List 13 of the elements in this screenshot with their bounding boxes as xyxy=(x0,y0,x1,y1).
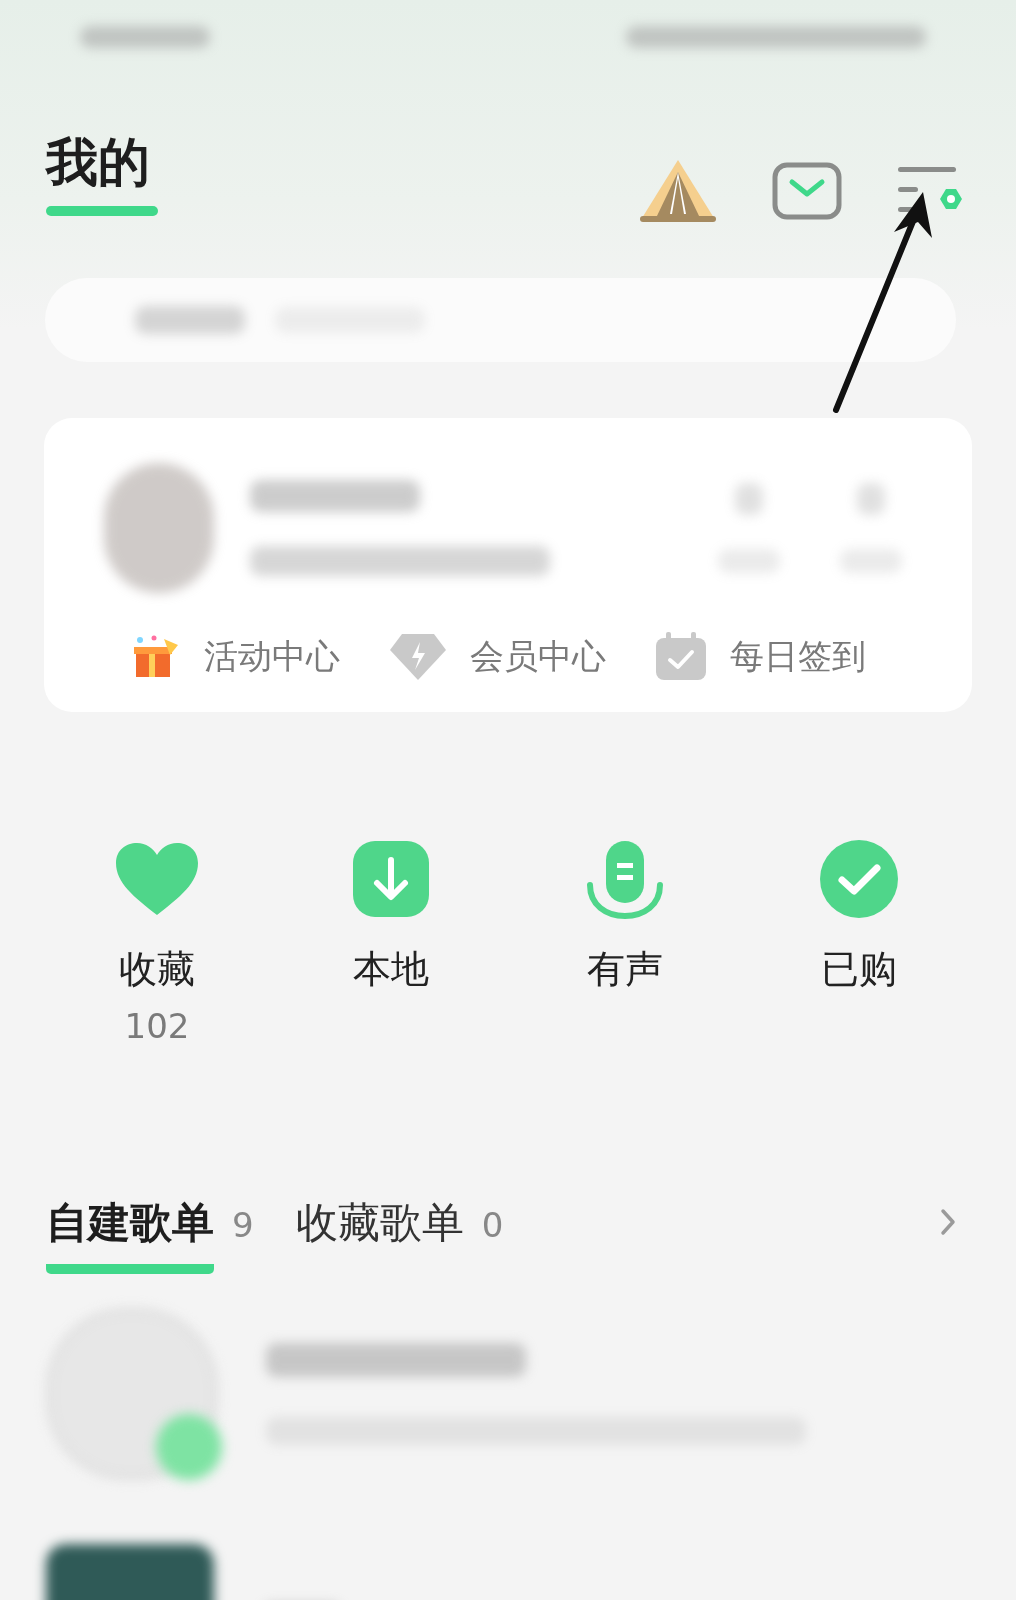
action-label[interactable]: 本地 xyxy=(353,946,429,992)
playlist-tab[interactable]: 自建歌单 xyxy=(46,1196,214,1274)
action-label[interactable]: 有声 xyxy=(587,946,663,992)
action-label[interactable]: 已购 xyxy=(821,946,897,992)
shortcut-link[interactable]: 活动中心 xyxy=(204,634,340,680)
count-text: 102 xyxy=(124,1006,190,1046)
page-title[interactable]: 我的 xyxy=(46,130,150,194)
playlist-tab[interactable]: 收藏歌单 xyxy=(295,1196,464,1274)
count-text: 9 xyxy=(232,1205,254,1245)
shortcut-link[interactable]: 会员中心 xyxy=(470,634,606,680)
count-text: 0 xyxy=(481,1205,504,1245)
shortcut-link[interactable]: 每日签到 xyxy=(730,634,866,680)
action-label[interactable]: 收藏 xyxy=(119,946,195,992)
